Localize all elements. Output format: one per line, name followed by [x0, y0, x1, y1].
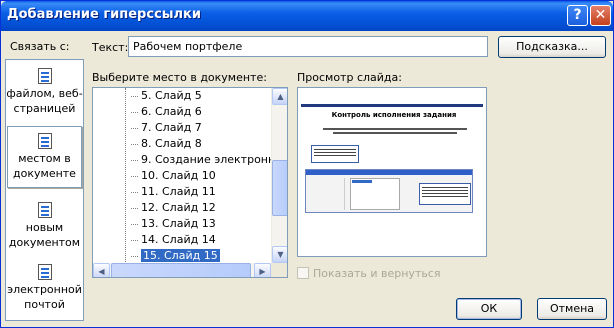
close-button[interactable]: ✕: [590, 5, 611, 26]
link-to-file-label: файлом, веб-страницей: [6, 87, 83, 115]
show-and-return-label: Показать и вернуться: [313, 267, 441, 280]
link-to-pane: файлом, веб-страницей местом в документе…: [5, 59, 84, 321]
tree-item[interactable]: 5. Слайд 5: [129, 88, 204, 104]
document-place-icon: [37, 133, 52, 149]
scroll-left-arrow-icon[interactable]: ◀: [93, 263, 110, 277]
display-text-input[interactable]: Рабочем портфеле: [128, 36, 488, 57]
tree-item-selected[interactable]: 15. Слайд 15: [129, 248, 222, 264]
link-to-new-document[interactable]: новым документом: [6, 202, 83, 250]
tree-item[interactable]: 8. Слайд 8: [129, 136, 204, 152]
slide-header-bar: [301, 104, 483, 107]
place-in-document-heading: Выберите место в документе:: [92, 71, 267, 84]
scroll-down-arrow-icon[interactable]: ▼: [272, 246, 287, 263]
tree-item[interactable]: 6. Слайд 6: [129, 104, 204, 120]
tree-item[interactable]: 10. Слайд 10: [129, 168, 218, 184]
link-to-place-label: местом в документе: [13, 152, 76, 180]
scroll-right-arrow-icon[interactable]: ▶: [254, 263, 271, 277]
screentip-button[interactable]: Подсказка...: [498, 36, 606, 58]
email-icon: [37, 264, 52, 280]
document-place-tree[interactable]: 5. Слайд 5 6. Слайд 6 7. Слайд 7 8. Слай…: [92, 87, 288, 278]
link-to-email[interactable]: электронной почтой: [6, 264, 83, 312]
slide-callout-left: [311, 145, 359, 163]
tree-item[interactable]: 13. Слайд 13: [129, 216, 218, 232]
window-title: Добавление гиперссылки: [7, 7, 201, 22]
hyperlink-dialog: Добавление гиперссылки ? ✕ Связать с: фа…: [0, 0, 614, 328]
new-document-icon: [37, 202, 52, 218]
ok-button[interactable]: ОК: [456, 298, 522, 320]
slide-callout-right: [419, 183, 471, 205]
tree-item[interactable]: 7. Слайд 7: [129, 120, 204, 136]
scroll-up-arrow-icon[interactable]: ▲: [272, 88, 287, 105]
tree-horizontal-scrollbar[interactable]: ◀ ▶: [93, 263, 271, 277]
globe-file-icon: [37, 68, 52, 84]
horizontal-scroll-thumb[interactable]: [111, 263, 251, 277]
tree-item[interactable]: 12. Слайд 12: [129, 200, 218, 216]
link-to-heading: Связать с:: [10, 40, 70, 53]
text-field-label: Текст:: [92, 41, 129, 54]
link-to-file-web-page[interactable]: файлом, веб-страницей: [6, 68, 83, 116]
cancel-button[interactable]: Отмена: [537, 298, 607, 320]
slide-title: Контроль исполнения задания: [331, 111, 457, 119]
title-bar[interactable]: Добавление гиперссылки ? ✕: [1, 1, 613, 31]
link-to-place-in-document[interactable]: местом в документе: [7, 126, 82, 188]
tree-item[interactable]: 9. Создание электронного: [129, 152, 287, 168]
scrollbar-corner: [271, 263, 287, 277]
tree-item[interactable]: 11. Слайд 11: [129, 184, 218, 200]
show-and-return-checkbox[interactable]: [297, 267, 309, 279]
tree-vertical-scrollbar[interactable]: ▲ ▼: [271, 88, 287, 263]
slide-thumbnail: Контроль исполнения задания: [301, 91, 483, 253]
slide-body-placeholder: [315, 126, 475, 136]
tree-connector-lines: [125, 88, 126, 264]
slide-preview: Контроль исполнения задания: [297, 87, 487, 257]
vertical-scroll-thumb[interactable]: [272, 160, 287, 216]
link-to-new-doc-label: новым документом: [8, 221, 81, 249]
slide-preview-heading: Просмотр слайда:: [297, 71, 402, 84]
tree-item[interactable]: 14. Слайд 14: [129, 232, 218, 248]
help-button[interactable]: ?: [567, 5, 588, 26]
link-to-email-label: электронной почтой: [7, 283, 82, 311]
